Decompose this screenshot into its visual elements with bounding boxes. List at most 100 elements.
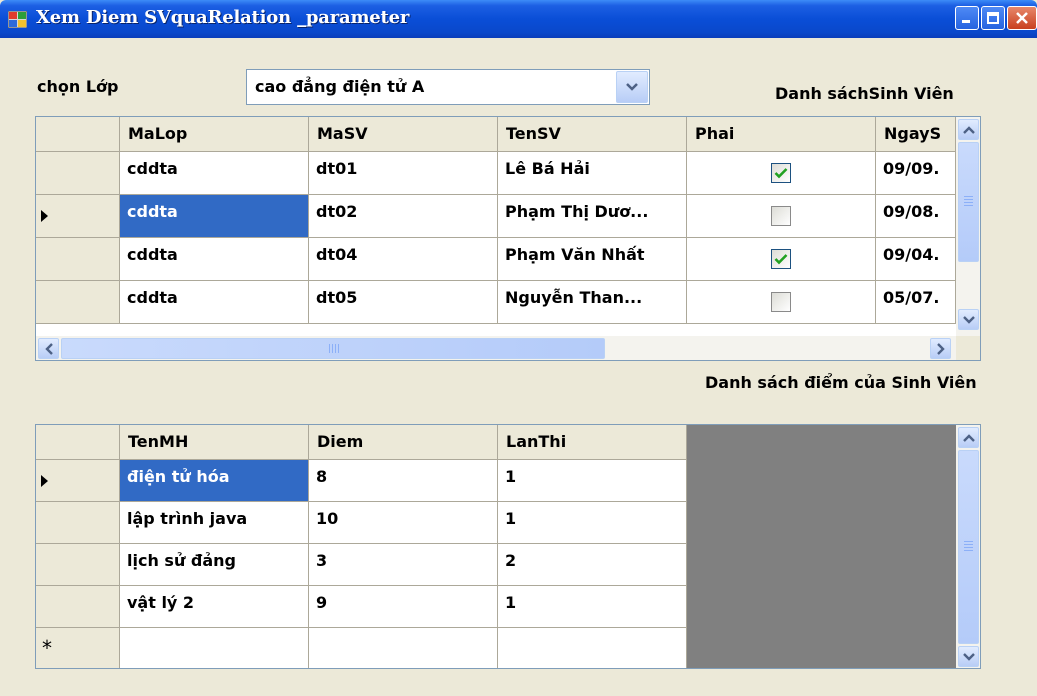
column-header-diem[interactable]: Diem (309, 425, 498, 460)
table-cell-tenmh[interactable]: vật lý 2 (120, 586, 309, 628)
row-header[interactable] (36, 586, 120, 628)
cell-text: 09/04. (883, 245, 940, 264)
table-cell-ngays[interactable]: 05/07. (876, 281, 956, 324)
cell-text: Nguyễn Than... (505, 288, 643, 307)
current-row-arrow-icon (41, 475, 48, 487)
column-header-ngays[interactable]: NgayS (876, 117, 956, 152)
gender-checkbox-unchecked[interactable] (771, 292, 791, 312)
table-cell-masv[interactable]: dt02 (309, 195, 498, 238)
column-header-malop[interactable]: MaLop (120, 117, 309, 152)
column-header-lanthi[interactable]: LanThi (498, 425, 687, 460)
row-header[interactable] (36, 544, 120, 586)
table-cell-malop[interactable]: cddta (120, 238, 309, 281)
cell-text: cddta (127, 245, 178, 264)
grid-corner (36, 425, 120, 460)
scroll-down-button[interactable] (958, 309, 979, 330)
table-cell-malop-selected[interactable]: cddta (120, 195, 309, 238)
column-header-tensv[interactable]: TenSV (498, 117, 687, 152)
scroll-up-button[interactable] (958, 427, 979, 448)
table-cell-new[interactable] (309, 628, 498, 668)
row-header[interactable] (36, 152, 120, 195)
horizontal-scrollbar[interactable] (36, 336, 956, 360)
scroll-up-button[interactable] (958, 119, 979, 140)
table-cell-tenmh[interactable]: lập trình java (120, 502, 309, 544)
table-cell-ngays[interactable]: 09/04. (876, 238, 956, 281)
cell-text: 8 (316, 467, 328, 486)
table-cell-ngays[interactable]: 09/08. (876, 195, 956, 238)
close-button[interactable] (1007, 6, 1037, 30)
class-label: chọn Lớp (37, 77, 119, 96)
scroll-corner (956, 336, 980, 360)
table-cell-tensv[interactable]: Nguyễn Than... (498, 281, 687, 324)
minimize-button[interactable] (955, 6, 979, 30)
grip-icon (964, 541, 973, 551)
minimize-icon (962, 20, 970, 23)
table-cell-masv[interactable]: dt05 (309, 281, 498, 324)
row-header-new[interactable]: * (36, 628, 120, 668)
vertical-scroll-thumb[interactable] (958, 142, 979, 262)
cell-text: 1 (505, 593, 517, 612)
chevron-up-icon (962, 125, 975, 134)
window-title: Xem Diem SVquaRelation _parameter (36, 7, 410, 28)
table-cell-malop[interactable]: cddta (120, 281, 309, 324)
title-bar[interactable]: Xem Diem SVquaRelation _parameter (0, 0, 1037, 38)
table-cell-phai[interactable] (687, 152, 876, 195)
row-header[interactable] (36, 281, 120, 324)
gender-checkbox-unchecked[interactable] (771, 206, 791, 226)
cell-text: cddta (127, 159, 178, 178)
table-cell-masv[interactable]: dt01 (309, 152, 498, 195)
table-cell-tenmh-selected[interactable]: điện tử hóa (120, 460, 309, 502)
table-cell-new[interactable] (498, 628, 687, 668)
column-header-tenmh[interactable]: TenMH (120, 425, 309, 460)
current-row-arrow-icon (41, 210, 48, 222)
table-cell-phai[interactable] (687, 195, 876, 238)
gender-checkbox-checked[interactable] (771, 249, 791, 269)
horizontal-scroll-thumb[interactable] (61, 338, 605, 359)
row-header[interactable] (36, 502, 120, 544)
column-header-label: MaSV (317, 124, 368, 143)
table-cell-tensv[interactable]: Lê Bá Hải (498, 152, 687, 195)
class-select-value: cao đẳng điện tử A (255, 77, 425, 96)
scroll-right-button[interactable] (930, 338, 951, 359)
scores-caption: Danh sách điểm của Sinh Viên (705, 373, 977, 392)
class-select[interactable]: cao đẳng điện tử A (246, 69, 650, 105)
scroll-down-button[interactable] (958, 646, 979, 667)
row-header-current[interactable] (36, 460, 120, 502)
table-cell-phai[interactable] (687, 238, 876, 281)
table-cell-lanthi[interactable]: 2 (498, 544, 687, 586)
table-cell-new[interactable] (120, 628, 309, 668)
vertical-scrollbar[interactable] (956, 117, 980, 336)
maximize-button[interactable] (981, 6, 1005, 30)
table-cell-tensv[interactable]: Phạm Thị Dươ... (498, 195, 687, 238)
cell-text: vật lý 2 (127, 593, 195, 612)
column-header-label: TenSV (506, 124, 561, 143)
table-cell-lanthi[interactable]: 1 (498, 460, 687, 502)
grip-icon (329, 344, 339, 353)
table-cell-tensv[interactable]: Phạm Văn Nhất (498, 238, 687, 281)
gender-checkbox-checked[interactable] (771, 163, 791, 183)
class-select-dropdown-button[interactable] (616, 71, 648, 103)
column-header-phai[interactable]: Phai (687, 117, 876, 152)
table-cell-lanthi[interactable]: 1 (498, 586, 687, 628)
table-cell-diem[interactable]: 8 (309, 460, 498, 502)
cell-text: lịch sử đảng (127, 551, 236, 570)
row-header[interactable] (36, 238, 120, 281)
table-cell-tenmh[interactable]: lịch sử đảng (120, 544, 309, 586)
row-header-current[interactable] (36, 195, 120, 238)
cell-text: dt05 (316, 288, 358, 307)
scores-grid[interactable]: TenMH Diem LanThi điện tử hóa 8 1 lập tr… (35, 424, 981, 669)
table-cell-malop[interactable]: cddta (120, 152, 309, 195)
table-cell-diem[interactable]: 10 (309, 502, 498, 544)
table-cell-masv[interactable]: dt04 (309, 238, 498, 281)
vertical-scroll-thumb[interactable] (958, 450, 979, 644)
column-header-masv[interactable]: MaSV (309, 117, 498, 152)
scroll-left-button[interactable] (38, 338, 59, 359)
students-grid[interactable]: MaLop MaSV TenSV Phai NgayS cddta dt01 L… (35, 116, 981, 361)
new-row-asterisk-icon: * (42, 636, 52, 660)
table-cell-lanthi[interactable]: 1 (498, 502, 687, 544)
vertical-scrollbar[interactable] (956, 425, 980, 668)
table-cell-ngays[interactable]: 09/09. (876, 152, 956, 195)
table-cell-diem[interactable]: 9 (309, 586, 498, 628)
table-cell-diem[interactable]: 3 (309, 544, 498, 586)
table-cell-phai[interactable] (687, 281, 876, 324)
